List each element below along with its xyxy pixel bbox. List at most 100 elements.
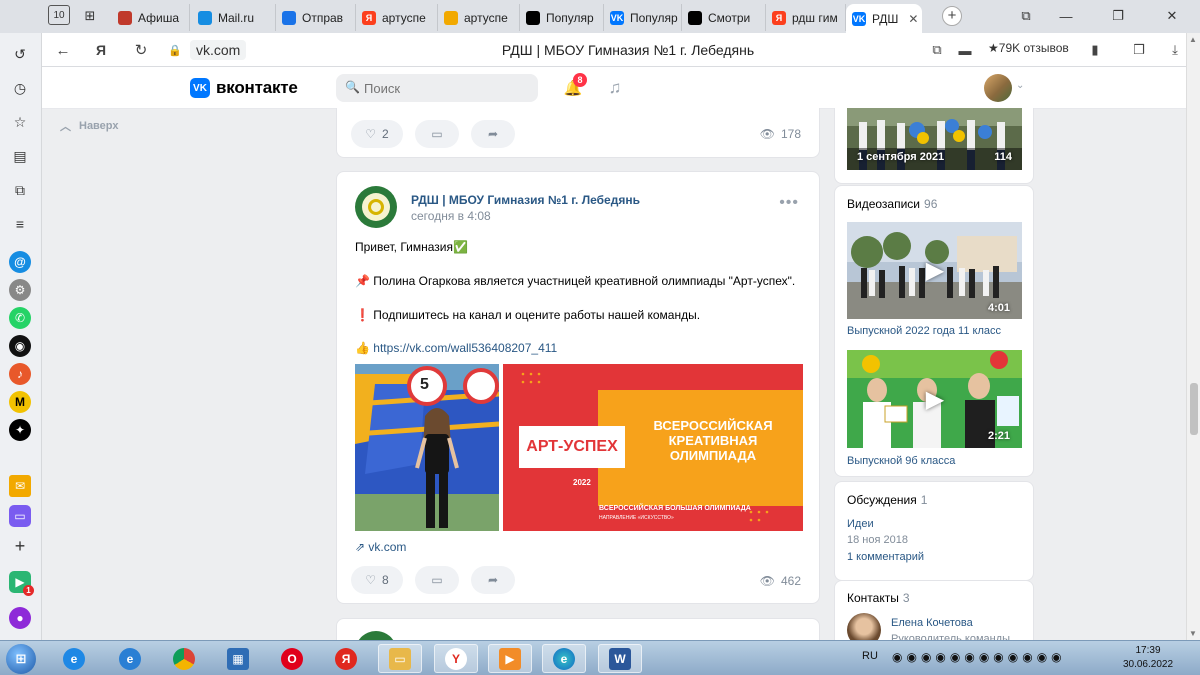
play-icon: ▶: [925, 256, 945, 284]
video-app-icon[interactable]: ◉: [9, 335, 31, 357]
minimize-icon[interactable]: —: [1054, 5, 1078, 27]
browser-tab[interactable]: Смотри: [682, 4, 766, 31]
heart-icon: ♡: [365, 573, 377, 587]
scroll-to-top-button[interactable]: ︿ Наверх: [60, 118, 119, 134]
maximize-icon[interactable]: ❐: [1106, 5, 1130, 27]
collections-icon[interactable]: ❒: [1128, 39, 1150, 61]
discussion-topic-link[interactable]: Идеи: [847, 518, 874, 530]
tab-collections-icon[interactable]: ⧉: [1014, 5, 1038, 27]
music-icon[interactable]: ♫: [604, 77, 626, 99]
video-title-link[interactable]: Выпускной 2022 года 11 класс: [847, 325, 1001, 337]
vk-logo[interactable]: VK вконтакте: [190, 78, 298, 98]
translate-icon[interactable]: ⧉: [926, 39, 948, 61]
refresh-icon[interactable]: ↺: [9, 43, 31, 65]
link-snippet[interactable]: ⇗ vk.com: [355, 540, 406, 554]
notifications-bell-icon[interactable]: 🔔 8: [562, 73, 587, 99]
vk-logo-icon: VK: [190, 78, 210, 98]
clock-icon[interactable]: ◷: [9, 77, 31, 99]
community-avatar[interactable]: [355, 186, 397, 228]
reviews-badge[interactable]: ★79K отзывов: [988, 41, 1069, 55]
new-tab-button[interactable]: +: [942, 6, 962, 26]
scroll-down-arrow-icon[interactable]: ▼: [1189, 629, 1197, 638]
zen-app-icon[interactable]: ✦: [9, 419, 31, 441]
messenger-app-icon[interactable]: ▭: [9, 505, 31, 527]
tab-count-icon[interactable]: 10: [48, 5, 70, 25]
page-scrollbar[interactable]: ▲ ▼: [1186, 33, 1200, 640]
whatsapp-icon[interactable]: ✆: [9, 307, 31, 329]
notes-icon[interactable]: ▤: [9, 145, 31, 167]
bookmark-icon[interactable]: ▮: [1084, 39, 1106, 61]
system-tray-icons[interactable]: ◉◉◉◉◉◉◉◉◉◉◉◉: [892, 650, 1066, 664]
contact-name-link[interactable]: Елена Кочетова: [891, 617, 973, 629]
taskbar-opera-icon[interactable]: O: [270, 644, 314, 673]
menu-icon[interactable]: ≡: [9, 213, 31, 235]
bookmark-add-icon[interactable]: ⊞: [78, 5, 102, 27]
post-author-link[interactable]: РДШ | МБОУ Гимназия №1 г. Лебедянь: [411, 193, 640, 207]
share-icon: ➦: [487, 127, 499, 141]
mail-app-icon[interactable]: ✉: [9, 475, 31, 497]
browser-tab[interactable]: Популяр: [520, 4, 604, 31]
user-avatar[interactable]: [984, 74, 1012, 102]
browser-tab[interactable]: VK РДШ ✕: [846, 4, 922, 33]
post-banner[interactable]: АРТ-УСПЕХ ВСЕРОССИЙСКАЯ КРЕАТИВНАЯ ОЛИМП…: [503, 364, 803, 531]
browser-tab[interactable]: артуспе: [438, 4, 520, 31]
like-button[interactable]: ♡ 2: [351, 120, 403, 148]
browser-tab[interactable]: Ярдш гим: [766, 4, 846, 31]
add-app-icon[interactable]: +: [9, 535, 31, 557]
comment-icon[interactable]: ▬: [954, 39, 976, 61]
album-cover[interactable]: 1 сентября 2021 114: [847, 108, 1022, 170]
music-app-icon[interactable]: ♪: [9, 363, 31, 385]
comment-button[interactable]: ▭: [415, 120, 459, 148]
close-window-icon[interactable]: ✕: [1160, 5, 1184, 27]
taskbar-edge-new-icon[interactable]: e: [542, 644, 586, 673]
taskbar-media-icon[interactable]: ▶: [488, 644, 532, 673]
contact-avatar[interactable]: [847, 613, 881, 640]
language-indicator[interactable]: RU: [862, 650, 878, 662]
browser-tab[interactable]: Mail.ru: [192, 4, 276, 31]
taskbar-word-icon[interactable]: W: [598, 644, 642, 673]
like-button[interactable]: ♡ 8: [351, 566, 403, 594]
post-photo[interactable]: 5: [355, 364, 499, 531]
taskbar-network-icon[interactable]: ▦: [216, 644, 260, 673]
taskbar-ie-icon[interactable]: e: [52, 644, 96, 673]
discussions-header[interactable]: Обсуждения 1: [847, 493, 927, 507]
mailru-app-icon[interactable]: @: [9, 251, 31, 273]
video-thumbnail[interactable]: ▶ 2:21: [847, 350, 1022, 448]
video-title-link[interactable]: Выпускной 9б класса: [847, 455, 955, 467]
post-timestamp[interactable]: сегодня в 4:08: [411, 209, 491, 223]
chevron-down-icon[interactable]: ⌄: [1016, 80, 1024, 91]
start-button[interactable]: ⊞: [6, 644, 36, 674]
image-icon: [444, 10, 458, 25]
panels-icon[interactable]: ⧉: [9, 179, 31, 201]
taskbar-yandex-browser-icon[interactable]: Y: [434, 644, 478, 673]
browser-tab[interactable]: VK Популяр: [604, 4, 682, 31]
settings-app-icon[interactable]: ⚙: [9, 279, 31, 301]
taskbar-yandex-icon[interactable]: Я: [324, 644, 368, 673]
search-input[interactable]: [364, 78, 530, 98]
downloads-app-icon[interactable]: ▶ 1: [9, 571, 34, 596]
scroll-up-arrow-icon[interactable]: ▲: [1189, 35, 1197, 44]
share-button[interactable]: ➦: [471, 566, 515, 594]
scrollbar-thumb[interactable]: [1190, 383, 1198, 435]
share-button[interactable]: ➦: [471, 120, 515, 148]
browser-tab[interactable]: Афиша: [112, 4, 190, 31]
browser-tab[interactable]: Яартуспе: [356, 4, 438, 31]
taskbar-edge-icon[interactable]: e: [108, 644, 152, 673]
video-thumbnail[interactable]: ▶ 4:01: [847, 222, 1022, 319]
post-link[interactable]: https://vk.com/wall536408207_411: [373, 341, 557, 355]
browser-tab[interactable]: Отправ: [276, 4, 356, 31]
comment-button[interactable]: ▭: [415, 566, 459, 594]
alice-icon[interactable]: ●: [9, 607, 31, 629]
more-options-icon[interactable]: •••: [779, 194, 799, 212]
taskbar-explorer-icon[interactable]: ▭: [378, 644, 422, 673]
videos-header[interactable]: Видеозаписи 96: [847, 197, 937, 211]
taskbar-chrome-icon[interactable]: [162, 644, 206, 673]
star-icon[interactable]: ☆: [9, 111, 31, 133]
close-tab-icon[interactable]: ✕: [898, 12, 918, 26]
discussion-comments-link[interactable]: 1 комментарий: [847, 551, 924, 563]
contacts-header[interactable]: Контакты 3: [847, 591, 910, 605]
clock[interactable]: 17:39 30.06.2022: [1120, 644, 1176, 672]
search-box[interactable]: 🔍: [336, 74, 538, 102]
download-icon[interactable]: ⤓: [1164, 39, 1186, 61]
market-app-icon[interactable]: M: [9, 391, 31, 413]
